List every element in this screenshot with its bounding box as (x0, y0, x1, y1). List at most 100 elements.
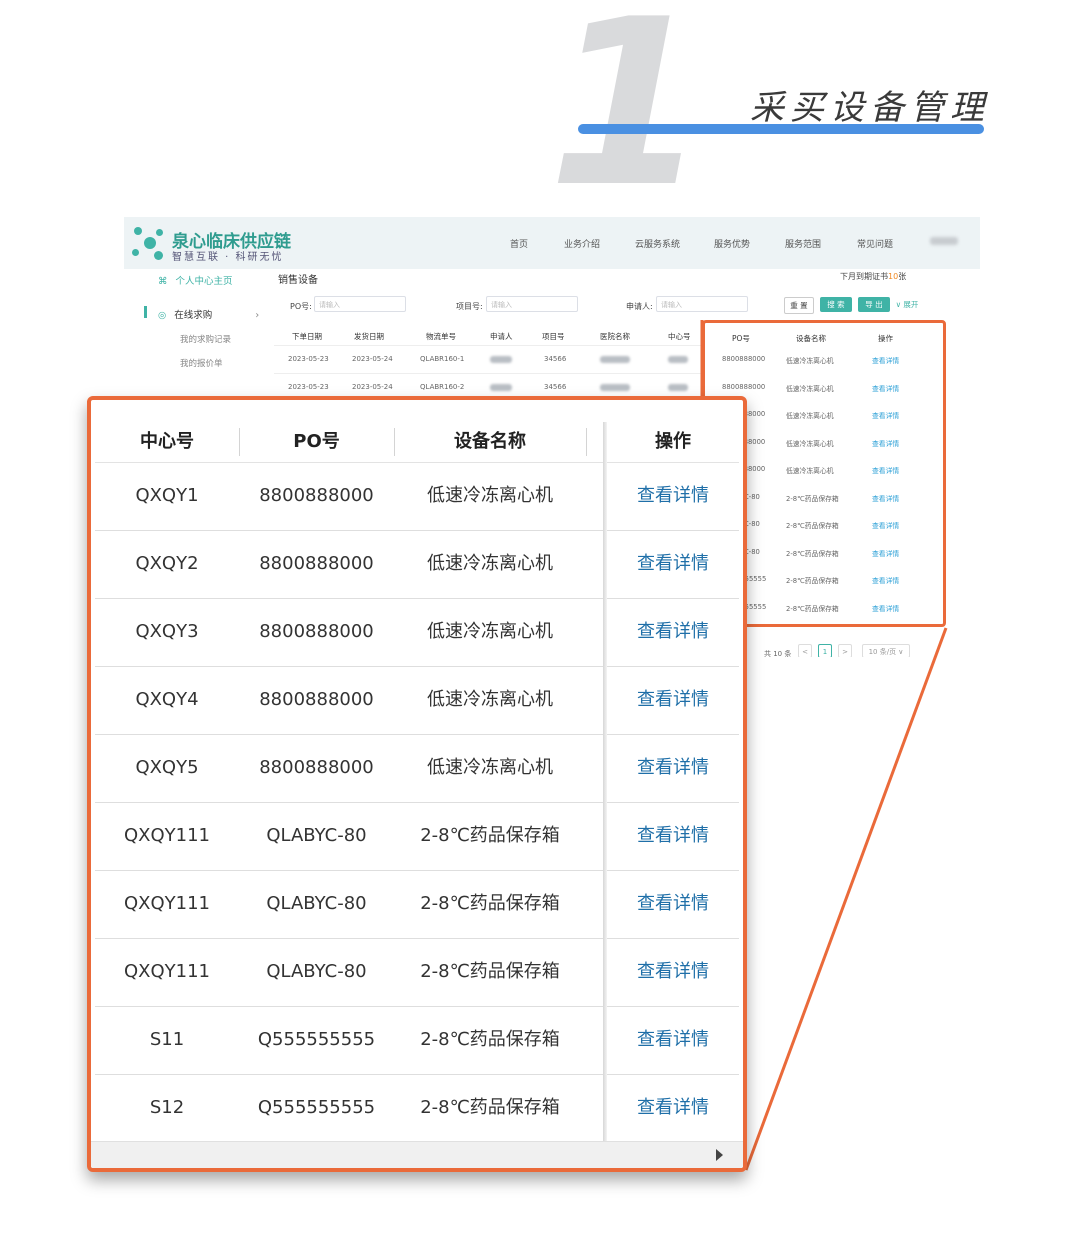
table-cell: 8800888000 (259, 553, 374, 574)
blurred-applicant (490, 356, 512, 363)
page-size-select[interactable]: 10 条/页 ∨ (862, 644, 910, 657)
po-filter-input[interactable]: 请输入 (314, 296, 406, 312)
table-cell: QLABYC-80 (266, 893, 367, 914)
sidebar-item-quotes[interactable]: 我的报价单 (180, 357, 223, 369)
view-details-link[interactable]: 查看详情 (607, 462, 739, 530)
nav-advantage[interactable]: 服务优势 (714, 237, 750, 250)
table-row: QXQY111 QLABYC-80 2-8℃药品保存箱 查看详情 (95, 870, 739, 939)
section-number: 1 (548, 0, 709, 238)
table-cell: QXQY5 (135, 757, 199, 778)
col-project: 项目号 (542, 332, 565, 341)
table-cell: S11 (149, 1029, 185, 1050)
table-cell: 2023-05-24 (352, 355, 393, 363)
table-row: QXQY1 8800888000 低速冷冻离心机 查看详情 (95, 462, 739, 531)
view-details-link[interactable]: 查看详情 (607, 1074, 739, 1142)
pagination-total: 共 10 条 (764, 650, 792, 657)
search-button[interactable]: 搜 索 (820, 297, 852, 312)
reset-button[interactable]: 重 置 (784, 297, 814, 314)
blurred-hospital (600, 356, 630, 363)
scroll-right-icon[interactable] (716, 1149, 723, 1161)
view-details-link[interactable]: 查看详情 (607, 1006, 739, 1074)
top-navbar: 泉心临床供应链 智慧互联 · 科研无忧 首页 业务介绍 云服务系统 服务优势 服… (124, 217, 980, 269)
table-cell: QXQY4 (135, 689, 199, 710)
blurred-hospital (600, 384, 630, 391)
col-center: 中心号 (668, 332, 691, 341)
table-cell: QXQY111 (123, 893, 211, 914)
sidebar-item-home[interactable]: ⌘ 个人中心主页 (158, 273, 233, 287)
table-cell: 34566 (544, 355, 567, 363)
next-page-button[interactable]: > (838, 644, 852, 657)
view-details-link[interactable]: 查看详情 (607, 734, 739, 802)
bulb-icon: ◎ (158, 310, 167, 321)
nav-cloud[interactable]: 云服务系统 (635, 237, 680, 250)
sidebar-item-online-purchase[interactable]: ◎ 在线求购 › (158, 307, 259, 321)
table-cell: 低速冷冻离心机 (427, 757, 553, 778)
nav-scope[interactable]: 服务范围 (785, 237, 821, 250)
table-cell: 低速冷冻离心机 (427, 485, 553, 506)
title-underline (578, 124, 984, 134)
col-tracking: 物流单号 (426, 332, 456, 341)
table-cell: QXQY1 (135, 485, 199, 506)
table-cell: 2023-05-23 (288, 383, 329, 391)
po-filter-label: PO号: (290, 302, 312, 311)
nav-home[interactable]: 首页 (510, 237, 528, 250)
table-cell: 低速冷冻离心机 (427, 553, 553, 574)
view-details-link[interactable]: 查看详情 (607, 870, 739, 938)
table-cell: 2-8℃药品保存箱 (420, 1097, 560, 1118)
logo-icon (132, 225, 166, 261)
zoomed-table-panel: 中心号 PO号 设备名称 操作 QXQY1 8800888000 低速冷冻离心机 查看… (87, 396, 747, 1172)
horizontal-scrollbar[interactable] (91, 1141, 743, 1168)
blurred-center (668, 384, 688, 391)
page-title: 销售设备 (278, 275, 318, 286)
command-icon: ⌘ (158, 276, 168, 287)
nav-business[interactable]: 业务介绍 (564, 237, 600, 250)
col-po: PO号 (293, 431, 340, 452)
table-cell: 低速冷冻离心机 (427, 621, 553, 642)
table-row: QXQY4 8800888000 低速冷冻离心机 查看详情 (95, 666, 739, 735)
table-cell: 2-8℃药品保存箱 (420, 893, 560, 914)
table-cell: QLABYC-80 (266, 825, 367, 846)
table-cell: Q555555555 (257, 1097, 376, 1118)
table-cell: 2-8℃药品保存箱 (420, 825, 560, 846)
sidebar-item-purchase-records[interactable]: 我的求购记录 (180, 333, 231, 345)
table-cell: QXQY111 (123, 825, 211, 846)
view-details-link[interactable]: 查看详情 (607, 598, 739, 666)
blurred-applicant (490, 384, 512, 391)
table-row: QXQY111 QLABYC-80 2-8℃药品保存箱 查看详情 (95, 938, 739, 1007)
zoom-table-header: 中心号 PO号 设备名称 操作 (95, 422, 739, 463)
table-row: QXQY3 8800888000 低速冷冻离心机 查看详情 (95, 598, 739, 667)
table-cell: 2-8℃药品保存箱 (420, 1029, 560, 1050)
view-details-link[interactable]: 查看详情 (607, 802, 739, 870)
view-details-link[interactable]: 查看详情 (607, 938, 739, 1006)
table-row: QXQY5 8800888000 低速冷冻离心机 查看详情 (95, 734, 739, 803)
active-indicator (144, 306, 147, 318)
fixed-column-divider (603, 422, 607, 1142)
page-1-button[interactable]: 1 (818, 644, 832, 657)
col-ship-date: 发货日期 (354, 332, 384, 341)
table-row: QXQY2 8800888000 低速冷冻离心机 查看详情 (95, 530, 739, 599)
table-cell: QLABR160-2 (420, 383, 465, 391)
export-button[interactable]: 导 出 (858, 297, 890, 312)
table-cell: Q555555555 (257, 1029, 376, 1050)
expand-button[interactable]: ∨ 展开 (894, 297, 920, 312)
applicant-filter-input[interactable]: 请输入 (656, 296, 748, 312)
table-cell: 2023-05-23 (288, 355, 329, 363)
project-filter-input[interactable]: 请输入 (486, 296, 578, 312)
table-cell: 低速冷冻离心机 (427, 689, 553, 710)
table-cell: QLABYC-80 (266, 961, 367, 982)
table-row: S12 Q555555555 2-8℃药品保存箱 查看详情 (95, 1074, 739, 1143)
project-filter-label: 项目号: (456, 302, 483, 311)
table-cell: 34566 (544, 383, 567, 391)
col-center-id: 中心号 (140, 431, 194, 452)
view-details-link[interactable]: 查看详情 (607, 530, 739, 598)
table-cell: 2-8℃药品保存箱 (420, 961, 560, 982)
table-cell: 8800888000 (259, 485, 374, 506)
col-action: 操作 (655, 431, 691, 452)
user-avatar[interactable] (930, 237, 958, 245)
table-cell: 8800888000 (259, 621, 374, 642)
prev-page-button[interactable]: < (798, 644, 812, 657)
nav-faq[interactable]: 常见问题 (857, 237, 893, 250)
table-row: QXQY111 QLABYC-80 2-8℃药品保存箱 查看详情 (95, 802, 739, 871)
view-details-link[interactable]: 查看详情 (607, 666, 739, 734)
expiry-note: 下月到期证书10张 (840, 272, 907, 281)
